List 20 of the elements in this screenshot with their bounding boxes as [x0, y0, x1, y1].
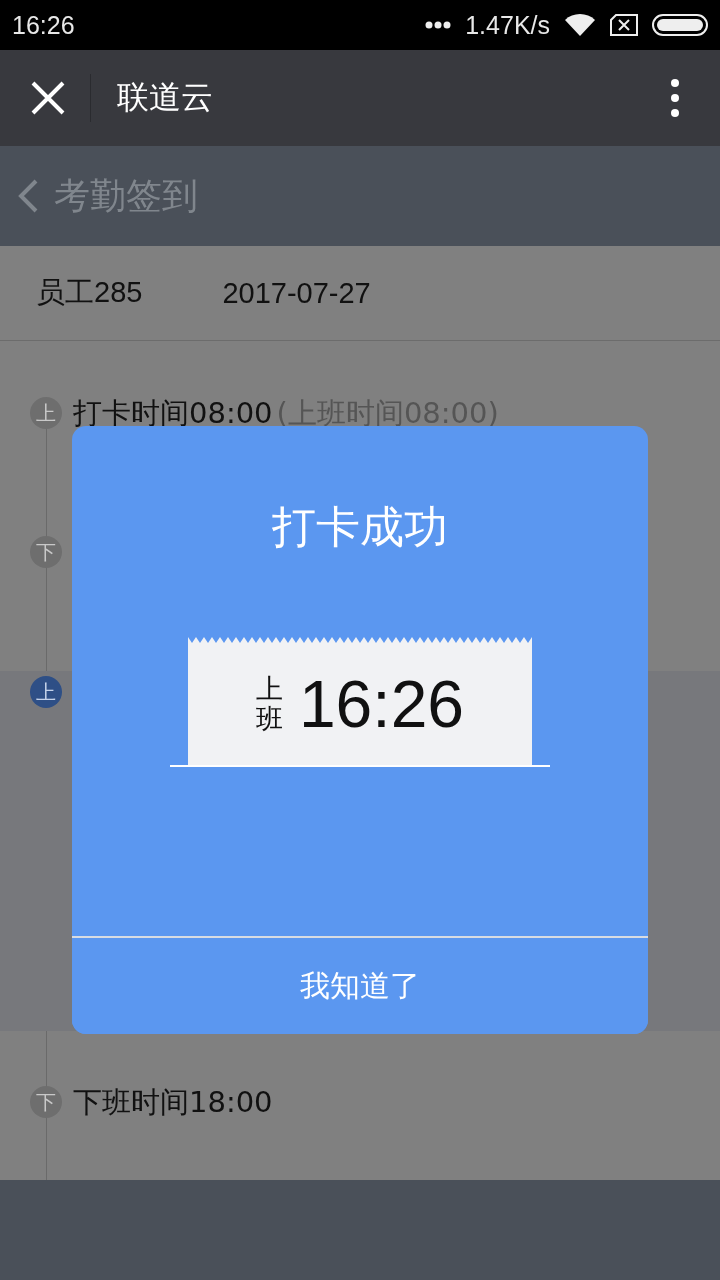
shift-label: 上班: [255, 674, 283, 734]
punch-clock-time: 16:26: [298, 666, 465, 742]
clock-time: 16:26: [12, 10, 75, 40]
wifi-icon: [564, 13, 596, 37]
employee-name: 员工285: [36, 275, 143, 310]
more-menu-button[interactable]: [670, 78, 680, 118]
dialog-title: 打卡成功: [272, 500, 448, 554]
network-speed: 1.47K/s: [465, 10, 550, 40]
more-dots-icon: [425, 21, 452, 29]
date-text: 2017-07-27: [222, 276, 371, 310]
shift-badge: 上: [30, 397, 62, 429]
shift-badge: 下: [30, 1086, 62, 1118]
sim-card-icon: [610, 14, 638, 36]
window-title: 联道云: [117, 77, 213, 118]
punch-time: 下班时间18:00: [73, 1086, 273, 1118]
shift-badge: 上: [30, 676, 62, 708]
punch-time: 打卡时间08:00: [73, 397, 273, 429]
battery-icon: [652, 14, 708, 36]
shift-badge: 下: [30, 536, 62, 568]
close-button[interactable]: [30, 80, 66, 116]
